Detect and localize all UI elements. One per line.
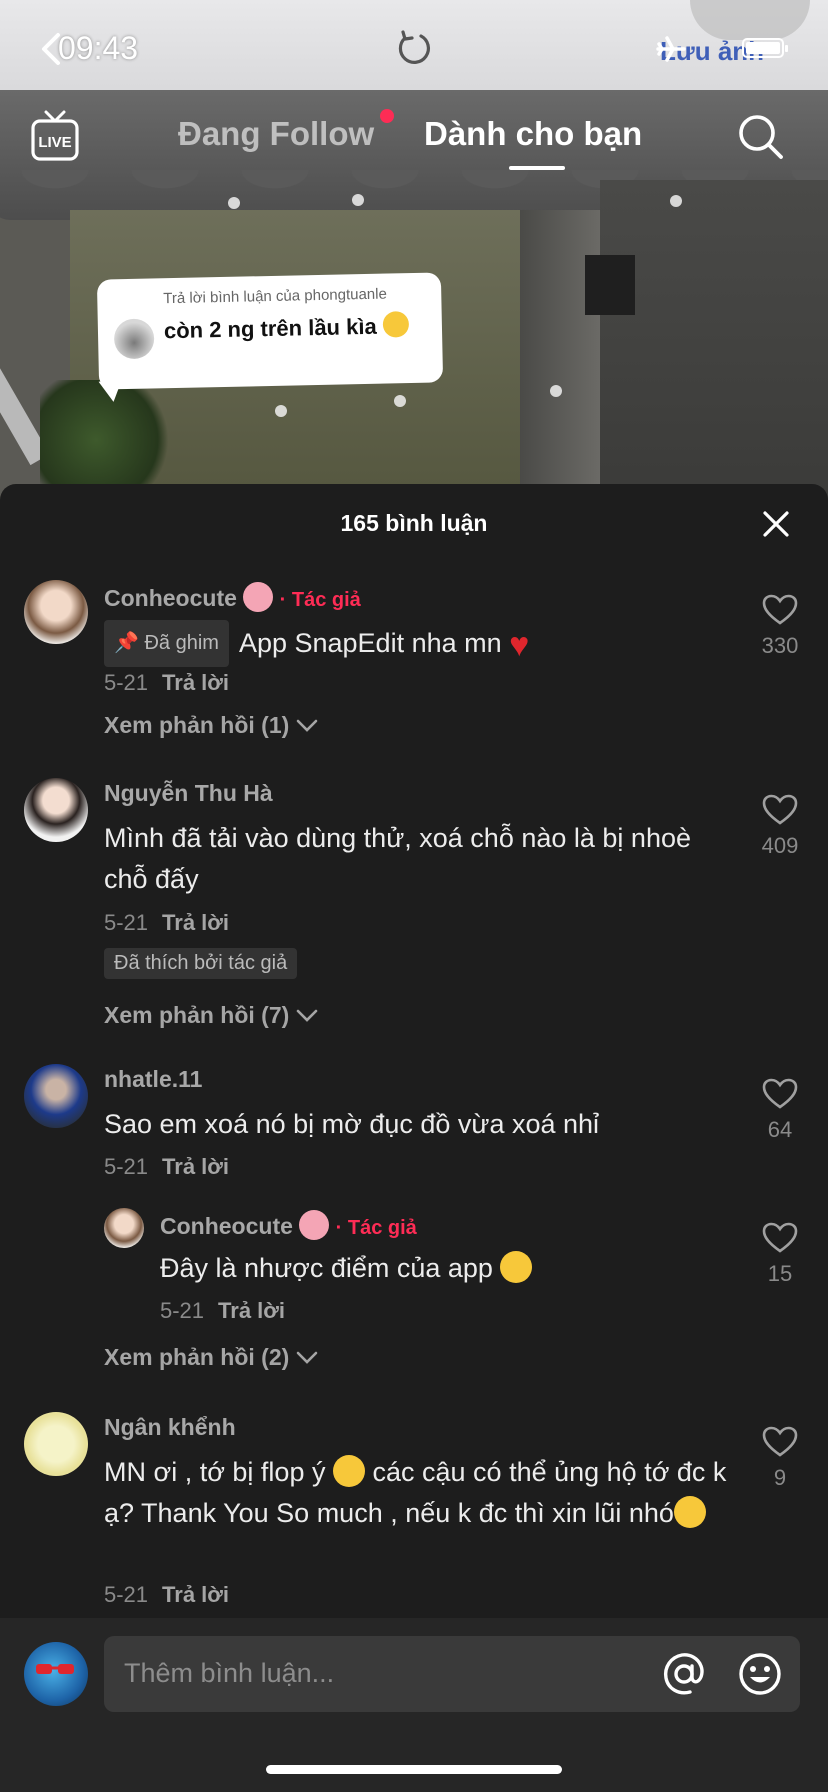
light-dot [352,194,364,206]
reply-button[interactable]: Trả lời [162,910,229,935]
pleading-emoji-icon [332,1455,365,1487]
comment-meta: 5-21 Trả lời [160,1298,286,1323]
like-count: 15 [767,1261,793,1286]
comment-input-placeholder: Thêm bình luận... [124,1658,335,1688]
pillar [520,210,600,500]
heart-outline-icon[interactable] [762,1222,798,1254]
comment-meta: 5-21 Trả lời [104,1154,230,1179]
refresh-icon[interactable] [393,28,433,68]
sticker-header: Trả lời bình luận của phongtuanle [163,285,388,308]
comments-count-title: 165 bình luận [340,510,488,536]
heart-outline-icon[interactable] [762,1426,798,1458]
like-button[interactable]: 15 [752,1222,808,1287]
light-dot [394,395,406,407]
light-dot [550,385,562,397]
pinned-badge: 📌 Đã ghim [104,620,229,667]
like-button[interactable]: 409 [752,794,808,859]
comment-username[interactable]: nhatle.11 [104,1066,202,1093]
author-tag: · Tác giả [335,1217,417,1239]
heart-outline-icon[interactable] [762,794,798,826]
comment-meta: 5-21 Trả lời [104,910,230,935]
like-button[interactable]: 9 [752,1426,808,1491]
comment-input[interactable]: Thêm bình luận... [104,1636,800,1712]
avatar[interactable] [24,778,88,842]
comments-panel: 165 bình luận Conheocute · Tác giả 📌 Đã … [0,484,828,1792]
like-count: 409 [761,833,799,858]
status-bar: 09:43 Lưu ảnh [0,0,828,95]
avatar[interactable] [24,580,88,644]
chevron-down-icon [296,1009,317,1022]
svg-text:LIVE: LIVE [38,134,71,151]
corner-overlay [690,0,810,40]
comment-text: 📌 Đã ghim App SnapEdit nha mn ♥ [104,620,724,667]
laughing-emoji-icon [382,311,410,338]
comment-text: MN ơi , tớ bị flop ý các cậu có thể ủng … [104,1455,727,1528]
battery-icon [742,38,788,58]
like-count: 9 [773,1465,787,1490]
avatar[interactable] [104,1208,144,1248]
pig-emoji-icon [243,582,274,612]
view-replies-button[interactable]: Xem phản hồi (2) [104,1344,318,1371]
emoji-picker-icon[interactable] [736,1650,784,1698]
liked-by-author-badge: Đã thích bởi tác giả [104,948,298,979]
comment-meta: 5-21 Trả lời [104,1582,230,1607]
comment-meta: 5-21 Trả lời [104,670,230,695]
like-count: 64 [767,1117,793,1142]
active-tab-indicator [509,166,565,170]
status-time: 09:43 [58,30,139,66]
view-replies-button[interactable]: Xem phản hồi (1) [104,712,318,739]
comment-input-bar: Thêm bình luận... [0,1618,828,1792]
sad-emoji-icon [500,1251,533,1283]
heart-outline-icon[interactable] [762,1078,798,1110]
sticker-text: còn 2 ng trên lầu kìa [164,311,435,347]
mention-at-icon[interactable] [660,1650,708,1698]
like-button[interactable]: 330 [752,594,808,659]
like-button[interactable]: 64 [752,1078,808,1143]
like-count: 330 [761,633,799,658]
author-tag: · Tác giả [279,589,361,611]
reply-button[interactable]: Trả lời [162,1582,229,1607]
pleading-emoji-icon [673,1496,706,1528]
tab-following[interactable]: Đang Follow [178,115,374,153]
airplane-mode-icon [656,36,686,62]
view-replies-button[interactable]: Xem phản hồi (7) [104,1002,318,1029]
light-dot [228,197,240,209]
reply-sticker[interactable]: Trả lời bình luận của phongtuanle còn 2 … [96,272,444,390]
heart-emoji-icon: ♥ [509,626,530,664]
my-avatar[interactable] [24,1642,88,1706]
wall-box [585,255,635,315]
reply-button[interactable]: Trả lời [162,1154,229,1179]
light-dot [670,195,682,207]
reply-button[interactable]: Trả lời [162,670,229,695]
notification-dot [380,109,394,123]
comment-text: Sao em xoá nó bị mờ đục đồ vừa xoá nhỉ [104,1109,600,1139]
comment-username[interactable]: Nguyễn Thu Hà [104,780,273,807]
tab-for-you[interactable]: Dành cho bạn [424,115,642,153]
comment-username[interactable]: Conheocute · Tác giả [104,582,361,612]
light-dot [275,405,287,417]
sticker-avatar [113,318,155,360]
avatar[interactable] [24,1412,88,1476]
comment-text: Đây là nhược điểm của app [160,1248,720,1289]
home-indicator[interactable] [266,1765,562,1774]
reply-button[interactable]: Trả lời [218,1298,285,1323]
right-wall [600,180,828,500]
avatar-sunglasses-art [36,1664,74,1674]
search-icon[interactable] [736,112,786,162]
live-icon[interactable]: LIVE [30,110,80,162]
pin-icon: 📌 [114,632,139,654]
avatar[interactable] [24,1064,88,1128]
heart-outline-icon[interactable] [762,594,798,626]
comment-username[interactable]: Ngân khểnh [104,1414,236,1441]
comment-username[interactable]: Conheocute · Tác giả [160,1210,417,1240]
close-icon[interactable] [760,508,792,540]
comment-text: Mình đã tải vào dùng thử, xoá chỗ nào là… [104,823,691,894]
chevron-down-icon [296,1351,317,1364]
chevron-down-icon [296,719,317,732]
pig-emoji-icon [299,1210,330,1240]
